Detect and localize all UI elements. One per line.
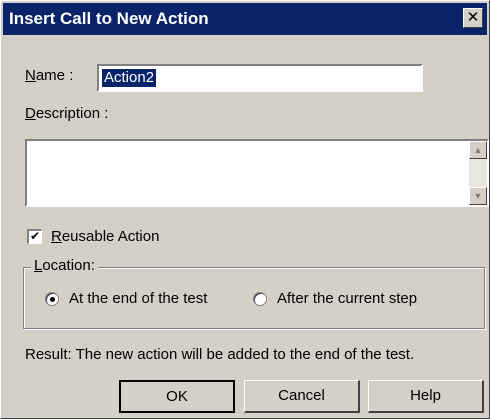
title-bar[interactable]: Insert Call to New Action ✕ bbox=[3, 3, 487, 35]
reusable-action-label[interactable]: Reusable Action bbox=[51, 228, 159, 245]
insert-call-dialog: Insert Call to New Action ✕ Name : Actio… bbox=[0, 0, 490, 419]
scroll-down-button[interactable]: ▼ bbox=[469, 187, 487, 205]
name-input[interactable]: Action2 bbox=[97, 64, 423, 92]
radio-selected-dot bbox=[50, 297, 55, 302]
up-arrow-icon: ▲ bbox=[473, 145, 483, 155]
close-button[interactable]: ✕ bbox=[463, 8, 483, 28]
name-label: Name : bbox=[25, 67, 74, 84]
description-label: Description : bbox=[25, 105, 109, 122]
close-icon: ✕ bbox=[466, 9, 480, 26]
radio-end-of-test[interactable] bbox=[45, 292, 59, 306]
radio-end-of-test-label[interactable]: At the end of the test bbox=[69, 290, 207, 307]
down-arrow-icon: ▼ bbox=[473, 191, 483, 201]
ok-button[interactable]: OK bbox=[119, 380, 235, 413]
cancel-button[interactable]: Cancel bbox=[244, 380, 360, 413]
help-button[interactable]: Help bbox=[368, 380, 484, 413]
reusable-action-checkbox[interactable]: ✔ bbox=[27, 229, 42, 244]
radio-after-current-step-label[interactable]: After the current step bbox=[277, 290, 417, 307]
checkmark-icon: ✔ bbox=[29, 229, 41, 243]
scroll-up-button[interactable]: ▲ bbox=[469, 141, 487, 159]
name-input-value: Action2 bbox=[102, 69, 157, 87]
radio-after-current-step[interactable] bbox=[253, 292, 267, 306]
description-scrollbar[interactable]: ▲ ▼ bbox=[469, 141, 487, 205]
description-textarea[interactable]: ▲ ▼ bbox=[25, 139, 489, 207]
result-text: Result: The new action will be added to … bbox=[25, 346, 415, 363]
location-legend: Location: bbox=[31, 257, 98, 274]
dialog-title: Insert Call to New Action bbox=[9, 9, 209, 28]
